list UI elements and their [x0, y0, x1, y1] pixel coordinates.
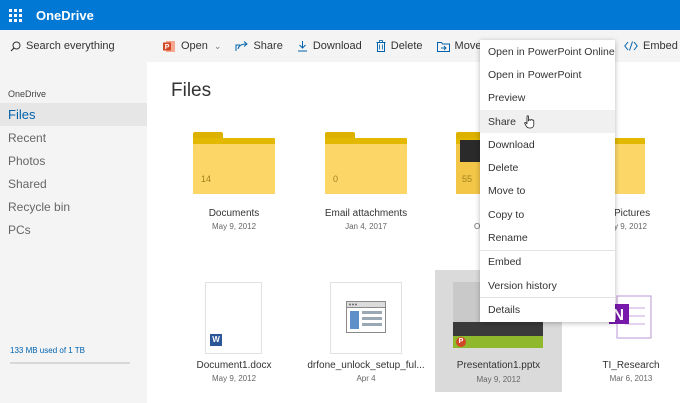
file-name: TI_Research — [602, 360, 660, 371]
menu-item-open-in-powerpoint-online[interactable]: Open in PowerPoint Online — [480, 40, 615, 63]
file-date: May 9, 2012 — [476, 375, 521, 384]
context-menu: Open in PowerPoint Online Open in PowerP… — [480, 40, 615, 322]
download-label: Download — [312, 40, 362, 52]
file-thumbnail-drfone[interactable] — [331, 283, 401, 353]
share-button[interactable]: Share — [228, 30, 289, 62]
storage-quota-link[interactable]: 133 MB used of 1 TB — [10, 346, 85, 355]
menu-item-preview[interactable]: Preview — [480, 87, 615, 110]
hand-cursor-icon — [524, 115, 535, 129]
menu-item-details[interactable]: Details — [480, 298, 615, 321]
menu-item-version-history[interactable]: Version history — [480, 274, 615, 297]
file-tile-caption[interactable]: Documents May 9, 2012 — [164, 208, 304, 231]
folder-tile-documents[interactable]: 14 — [193, 132, 275, 194]
page-title: Files — [171, 80, 212, 101]
svg-text:P: P — [165, 44, 170, 51]
file-date: y 9, 2012 — [614, 222, 647, 231]
file-thumbnail-document1[interactable]: W — [206, 283, 261, 353]
menu-item-copy-to[interactable]: Copy to — [480, 203, 615, 226]
folder-tile-pictures[interactable] — [615, 132, 645, 194]
app-launcher-button[interactable] — [0, 0, 30, 30]
file-name: Documents — [208, 208, 260, 219]
file-name: Email attachments — [324, 208, 408, 219]
sidebar-item-photos[interactable]: Photos — [0, 149, 147, 172]
embed-icon — [624, 41, 638, 51]
top-bar: OneDrive — [0, 0, 680, 30]
embed-button[interactable]: Embed — [617, 30, 680, 62]
item-count: 14 — [201, 174, 212, 184]
search-box[interactable]: Search everything — [0, 30, 147, 62]
share-label: Share — [253, 40, 283, 52]
folder-tile-email-attachments[interactable]: 0 — [325, 132, 407, 194]
trash-icon — [376, 40, 386, 52]
menu-item-embed[interactable]: Embed — [480, 251, 615, 274]
menu-item-share[interactable]: Share — [480, 109, 615, 134]
powerpoint-icon: P — [456, 337, 466, 347]
move-folder-icon — [436, 41, 450, 52]
sidebar-item-recycle-bin[interactable]: Recycle bin — [0, 195, 147, 218]
file-name: drfone_unlock_setup_ful... — [307, 360, 425, 371]
file-tile-caption[interactable]: Email attachments Jan 4, 2017 — [296, 208, 436, 231]
waffle-icon — [8, 8, 22, 22]
chevron-down-icon: ⌄ — [213, 40, 222, 51]
sidebar-heading: OneDrive — [8, 89, 47, 99]
file-date: May 9, 2012 — [211, 374, 257, 383]
menu-item-rename[interactable]: Rename — [480, 226, 615, 249]
file-date: Jan 4, 2017 — [345, 222, 387, 231]
menu-item-open-in-powerpoint[interactable]: Open in PowerPoint — [480, 63, 615, 86]
app-title[interactable]: OneDrive — [36, 8, 94, 23]
file-name: Document1.docx — [196, 360, 272, 371]
storage-quota-bar — [10, 362, 130, 364]
menu-item-delete[interactable]: Delete — [480, 156, 615, 179]
sidebar-item-pcs[interactable]: PCs — [0, 218, 147, 241]
embed-label: Embed — [643, 40, 678, 52]
word-icon: W — [210, 334, 222, 346]
file-date: May 9, 2012 — [211, 222, 257, 231]
menu-item-share-label: Share — [488, 115, 517, 128]
file-date: Apr 4 — [356, 374, 376, 383]
search-icon — [10, 41, 21, 51]
file-tile-caption[interactable]: Document1.docx May 9, 2012 — [164, 360, 304, 383]
item-count: 55 — [462, 174, 473, 184]
sidebar-item-recent[interactable]: Recent — [0, 126, 147, 149]
app-window-icon — [346, 301, 386, 333]
file-date: Mar 6, 2013 — [609, 374, 653, 383]
file-name: Pictures — [614, 208, 651, 219]
menu-item-move-to[interactable]: Move to — [480, 180, 615, 203]
search-placeholder: Search everything — [26, 40, 115, 52]
menu-item-download[interactable]: Download — [480, 133, 615, 156]
file-tile-caption[interactable]: Pictures y 9, 2012 — [614, 208, 650, 231]
item-count: 0 — [333, 174, 339, 184]
sidebar-item-files[interactable]: Files — [0, 103, 147, 126]
powerpoint-icon: P — [163, 40, 175, 52]
share-icon — [235, 41, 249, 51]
delete-button[interactable]: Delete — [369, 30, 430, 62]
file-name: Presentation1.pptx — [456, 360, 541, 371]
download-icon — [297, 41, 307, 52]
file-tile-caption[interactable]: TI_Research Mar 6, 2013 — [581, 360, 680, 383]
open-button[interactable]: P Open ⌄ — [147, 30, 228, 62]
file-tile-caption[interactable]: drfone_unlock_setup_ful... Apr 4 — [296, 360, 436, 383]
sidebar-item-shared[interactable]: Shared — [0, 172, 147, 195]
delete-label: Delete — [390, 40, 423, 52]
open-label: Open — [181, 40, 208, 52]
download-button[interactable]: Download — [290, 30, 369, 62]
